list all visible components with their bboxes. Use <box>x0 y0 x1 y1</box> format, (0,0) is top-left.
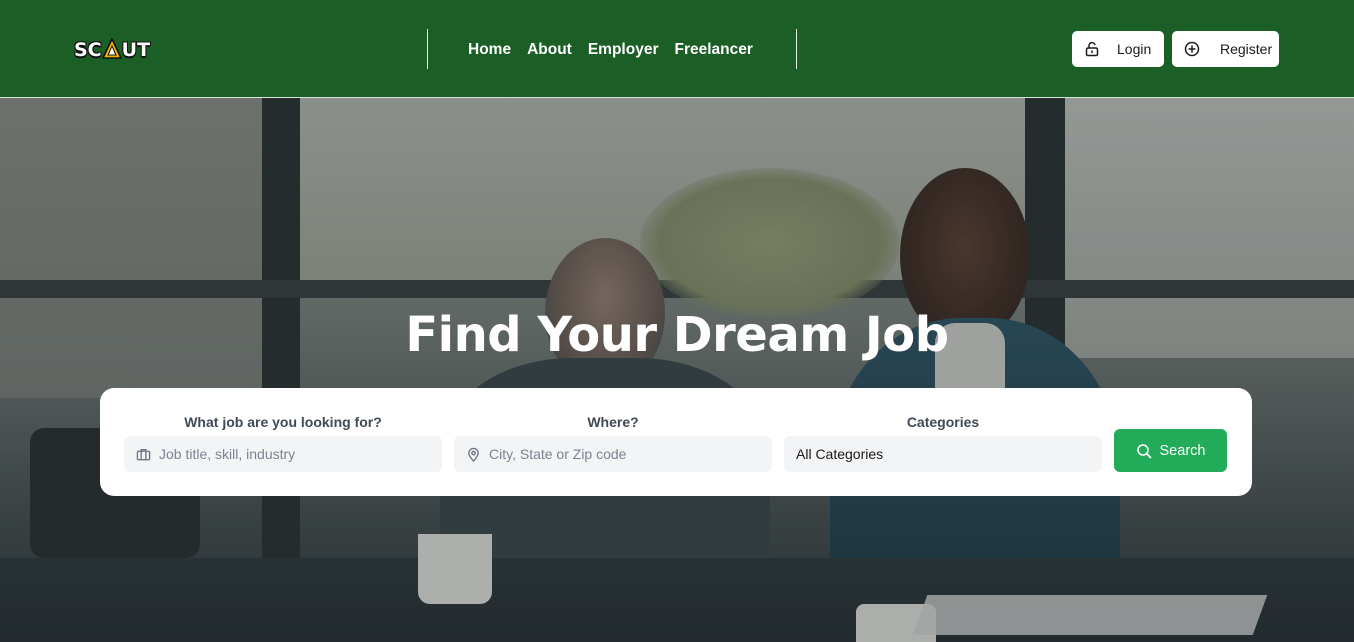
nav-employer[interactable]: Employer <box>588 40 659 60</box>
category-field: Categories All Categories <box>784 414 1102 472</box>
location-input[interactable] <box>489 446 749 462</box>
category-select-value: All Categories <box>796 446 884 462</box>
category-select[interactable]: All Categories <box>784 436 1102 472</box>
nav-divider-left <box>427 29 428 69</box>
nav-freelancer[interactable]: Freelancer <box>674 40 752 60</box>
job-input-box[interactable] <box>124 436 442 472</box>
hero-overlay <box>0 98 1354 642</box>
briefcase-icon <box>136 447 151 462</box>
register-button[interactable]: Register <box>1172 31 1279 67</box>
logo-mark-icon <box>101 38 122 60</box>
category-field-label: Categories <box>906 414 980 430</box>
hero-title: Find Your Dream Job <box>405 307 949 363</box>
scout-logo[interactable]: SC UT <box>74 38 150 62</box>
where-field: Where? <box>454 414 772 472</box>
login-label: Login <box>1117 41 1152 57</box>
logo-text-left: SC <box>74 39 102 61</box>
register-label: Register <box>1220 41 1273 57</box>
search-button[interactable]: Search <box>1114 429 1227 472</box>
hero-background-photo <box>0 98 1354 642</box>
nav-divider-right <box>796 29 797 69</box>
map-pin-icon <box>466 447 481 462</box>
where-input-box[interactable] <box>454 436 772 472</box>
job-search-input[interactable] <box>159 446 419 462</box>
job-field: What job are you looking for? <box>124 414 442 472</box>
nav-home[interactable]: Home <box>468 40 511 60</box>
job-field-label: What job are you looking for? <box>184 414 382 430</box>
job-search-form: What job are you looking for? Where? <box>100 388 1252 496</box>
lock-open-icon <box>1084 41 1100 57</box>
search-button-label: Search <box>1159 442 1206 459</box>
nav-about[interactable]: About <box>527 40 572 60</box>
plus-circle-icon <box>1184 41 1200 57</box>
main-nav: Home About Employer Freelancer <box>468 40 753 60</box>
logo-text-right: UT <box>121 39 151 61</box>
login-button[interactable]: Login <box>1072 31 1164 67</box>
site-header: SC UT Home About Employer Freelancer Log… <box>0 0 1354 98</box>
where-field-label: Where? <box>587 414 639 430</box>
search-icon <box>1136 443 1152 459</box>
